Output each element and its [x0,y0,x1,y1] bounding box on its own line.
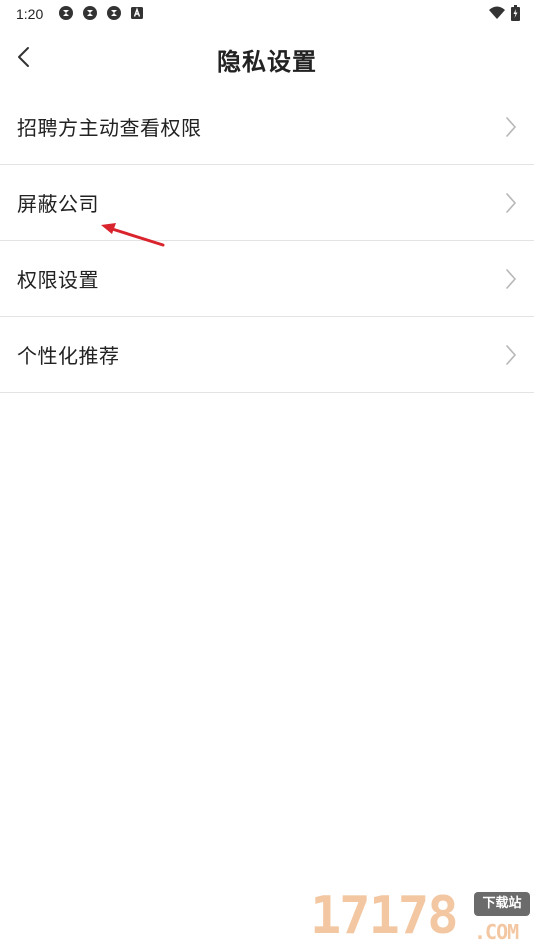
watermark-domain: .COM [474,920,519,944]
menu-item-personalized-recommendation[interactable]: 个性化推荐 [0,317,534,393]
page-title: 隐私设置 [217,48,317,76]
chevron-right-icon [506,345,517,365]
sync-icon [83,6,97,20]
watermark: 17178 下载站 .COM [308,884,534,950]
watermark-badge: 下载站 [474,892,530,916]
watermark-digits: 17178 [310,886,459,946]
sync-icon [59,6,73,20]
status-bar: 1:20 [0,0,534,28]
menu-item-label: 权限设置 [17,268,99,292]
header: 隐私设置 [0,28,534,90]
menu-item-block-company[interactable]: 屏蔽公司 [0,165,534,241]
menu-item-label: 屏蔽公司 [17,192,99,216]
chevron-right-icon [506,269,517,289]
a-icon [131,7,143,19]
annotation-arrow-icon [101,223,165,247]
settings-list: 招聘方主动查看权限 屏蔽公司 权限设置 个性化推荐 [0,89,534,393]
battery-icon [511,5,520,21]
system-icons [489,5,520,21]
menu-item-recruiter-view-permission[interactable]: 招聘方主动查看权限 [0,89,534,165]
status-time: 1:20 [16,6,44,22]
sync-icon [107,6,121,20]
notification-icons [58,5,144,21]
chevron-right-icon [506,193,517,213]
wifi-icon [489,6,505,19]
menu-item-permission-settings[interactable]: 权限设置 [0,241,534,317]
menu-item-label: 个性化推荐 [17,344,120,368]
menu-item-label: 招聘方主动查看权限 [17,116,202,140]
chevron-right-icon [506,117,517,137]
